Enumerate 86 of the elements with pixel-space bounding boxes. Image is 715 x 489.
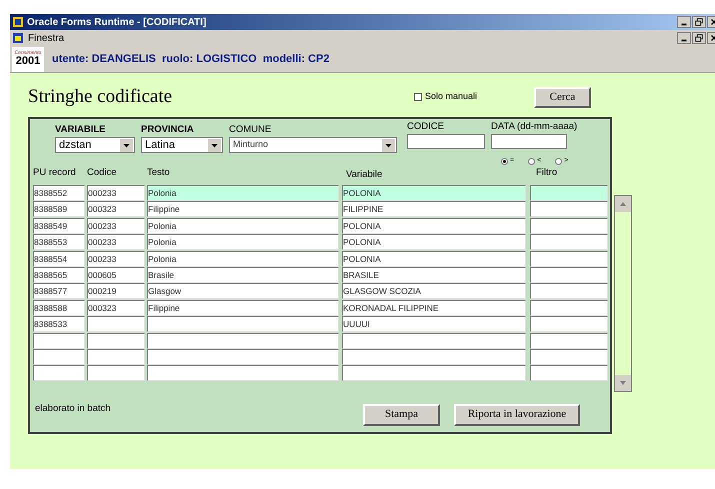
table-cell: POLONIA [342, 234, 526, 250]
table-row[interactable]: 8388588 000323 Filippine KORONADAL FILIPPINE [33, 300, 610, 316]
table-row[interactable]: 8388552 000233 Polonia POLONIA [33, 185, 610, 202]
app-icon [12, 16, 24, 28]
status-text: elaborato in batch [35, 402, 112, 416]
table-cell [87, 332, 145, 349]
table-cell: FILIPPINE [342, 201, 526, 218]
table-cell: 000323 [87, 201, 145, 218]
form-title: Stringhe codificate [28, 84, 174, 109]
table-cell: BRASILE [342, 266, 526, 283]
table-cell: 000233 [87, 234, 145, 250]
table-cell: Filippine [147, 300, 339, 316]
filter-label: PROVINCIA [141, 123, 195, 137]
scrollbar[interactable] [614, 195, 632, 392]
table-cell: Polonia [147, 185, 339, 201]
scroll-up-icon[interactable] [615, 196, 631, 212]
filter-label: COMUNE [229, 123, 272, 137]
action-button[interactable]: Riporta in lavorazione [454, 404, 580, 426]
table-cell: POLONIA [342, 185, 526, 201]
table-row[interactable]: 8388589 000323 Filippine FILIPPINE [33, 201, 610, 218]
solo-manuali-checkbox[interactable]: Solo manuali [414, 90, 534, 104]
text-field[interactable] [407, 134, 485, 149]
restore-icon[interactable] [692, 32, 706, 44]
dropdown-field[interactable]: dzstan [55, 137, 135, 153]
restore-icon[interactable] [692, 16, 706, 28]
table-cell: 8388533 [33, 316, 85, 332]
table-cell [87, 365, 145, 382]
table-cell: 000233 [87, 218, 145, 234]
table-row[interactable]: 8388554 000233 Polonia POLONIA [33, 250, 610, 267]
table-cell: Polonia [147, 250, 339, 267]
table-row[interactable]: 8388553 000233 Polonia POLONIA [33, 234, 610, 251]
table-cell: 8388552 [33, 185, 85, 201]
table-cell: 000323 [87, 300, 145, 316]
action-button[interactable]: Stampa [363, 404, 440, 426]
filter-label: VARIABILE [55, 123, 106, 137]
table-row[interactable]: 8388577 000219 Glasgow GLASGOW SCOZIA [33, 283, 610, 300]
table-cell [33, 332, 85, 349]
table-cell: POLONIA [342, 218, 526, 234]
column-header: Filtro [535, 166, 558, 180]
table-row[interactable] [33, 365, 610, 382]
window-title: Oracle Forms Runtime - [CODIFICATI] [27, 16, 208, 30]
table-cell: 000233 [87, 250, 145, 267]
dropdown-field[interactable]: Latina [141, 137, 223, 153]
column-header: PU record [33, 166, 77, 180]
table-row[interactable] [33, 348, 610, 366]
minimize-icon[interactable] [677, 32, 691, 44]
filter-label: CODICE [407, 120, 445, 134]
table-cell: Brasile [147, 266, 339, 283]
table-cell: UUUUI [342, 316, 526, 332]
table-cell: POLONIA [342, 250, 526, 267]
window-icon [12, 32, 24, 44]
table-cell: 000219 [87, 283, 145, 300]
table-cell [87, 316, 145, 332]
table-cell: Polonia [147, 218, 339, 234]
dropdown-field[interactable]: Minturno [229, 137, 397, 153]
table-cell: 8388565 [33, 266, 85, 283]
table-cell: 8388577 [33, 283, 85, 300]
table-cell [87, 348, 145, 365]
table-cell: 8388553 [33, 234, 85, 250]
user-info: utente: DEANGELIS ruolo: LOGISTICO modelli: CP2 [52, 52, 330, 67]
table-cell: GLASGOW SCOZIA [342, 283, 526, 300]
table-cell [33, 365, 85, 382]
column-header: Variabile [346, 168, 384, 182]
table-cell: KORONADAL FILIPPINE [342, 300, 526, 316]
table-row[interactable] [33, 332, 610, 349]
table-cell: Polonia [147, 234, 339, 250]
table-row[interactable]: 8388549 000233 Polonia POLONIA [33, 218, 610, 234]
table-row[interactable]: 8388565 000605 Brasile BRASILE [33, 266, 610, 284]
scroll-down-icon[interactable] [615, 375, 631, 391]
table-cell: 8388549 [33, 218, 85, 234]
search-button[interactable]: Cerca [534, 86, 591, 108]
text-field[interactable] [491, 134, 567, 149]
table-cell: 8388588 [33, 300, 85, 316]
table-cell: 000605 [87, 266, 145, 283]
column-header: Codice [87, 166, 118, 180]
table-cell: 8388589 [33, 201, 85, 218]
minimize-icon[interactable] [677, 16, 691, 28]
table-cell: Glasgow [147, 283, 339, 300]
menu-item[interactable]: Finestra [28, 30, 64, 46]
column-header: Testo [147, 166, 171, 180]
table-row[interactable]: 8388533 UUUUI [33, 316, 610, 333]
filter-label: DATA (dd-mm-aaaa) [491, 120, 578, 134]
table-cell: Filippine [147, 201, 339, 218]
table-cell: 000233 [87, 185, 145, 201]
table-cell [33, 348, 85, 365]
table-cell: 8388554 [33, 250, 85, 267]
